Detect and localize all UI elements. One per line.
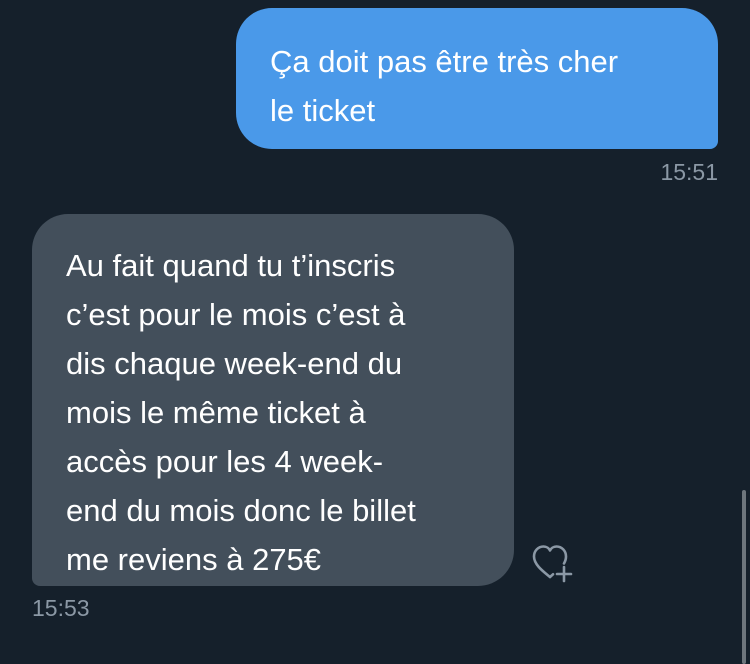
- message-text-line: accès pour les 4 week-: [66, 444, 384, 479]
- message-text-line: c’est pour le mois c’est à: [66, 297, 406, 332]
- message-timestamp: 15:51: [660, 159, 718, 185]
- message-text-line: mois le même ticket à: [66, 395, 366, 430]
- message-text-line: Au fait quand tu t’inscris: [66, 248, 396, 283]
- message-timestamp: 15:53: [32, 595, 90, 621]
- message-text-line: le ticket: [270, 93, 376, 128]
- message-text-line: dis chaque week-end du: [66, 346, 403, 381]
- incoming-message-bubble[interactable]: Au fait quand tu t’inscris c’est pour le…: [32, 214, 514, 586]
- message-text-line: end du mois donc le billet: [66, 493, 416, 528]
- outgoing-message-bubble[interactable]: Ça doit pas être très cher le ticket: [236, 8, 718, 149]
- message-text-line: me reviens à 275€: [66, 542, 322, 577]
- scrollbar[interactable]: [742, 490, 746, 664]
- add-reaction-button[interactable]: [528, 538, 580, 588]
- heart-add-icon: [532, 545, 573, 583]
- message-text-line: Ça doit pas être très cher: [270, 44, 619, 79]
